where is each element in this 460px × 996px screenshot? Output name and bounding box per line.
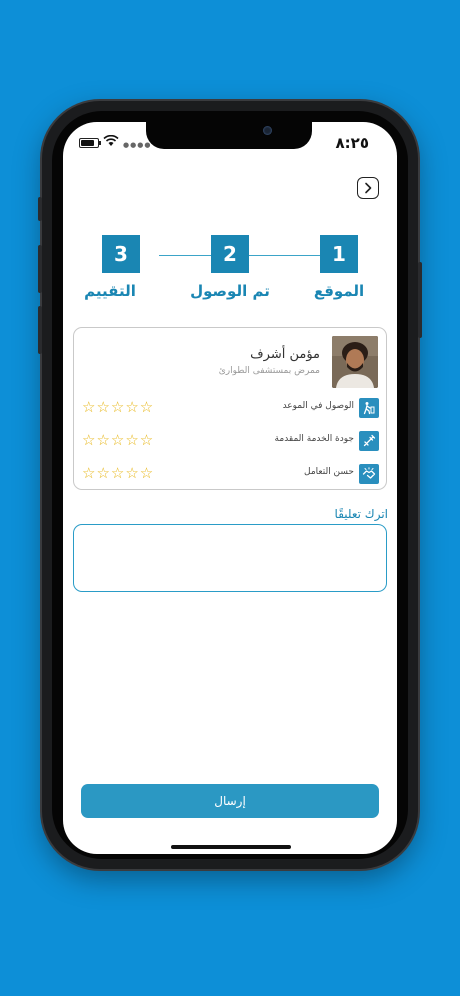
syringe-icon [359, 431, 379, 451]
notch [146, 122, 312, 149]
rating-row: حسن التعامل ☆☆☆☆☆ [74, 464, 386, 486]
step-connector [159, 255, 211, 256]
wifi-icon [103, 135, 119, 146]
app-screen: ●●●● ٨:٢٥ 1 2 3 الموقع تم الوصول التقييم… [63, 122, 397, 854]
provider-subtitle: ممرض بمستشفى الطوارئ [218, 366, 320, 376]
step-2-label: تم الوصول [190, 282, 270, 300]
star-rating[interactable]: ☆☆☆☆☆ [82, 398, 154, 416]
status-time: ٨:٢٥ [335, 134, 369, 152]
step-3-box: 3 [102, 235, 140, 273]
front-camera [263, 126, 272, 135]
comment-input[interactable] [73, 524, 387, 592]
step-connector [249, 255, 320, 256]
step-2-box: 2 [211, 235, 249, 273]
volume-down-button [38, 306, 42, 354]
power-button [418, 262, 422, 338]
star-rating[interactable]: ☆☆☆☆☆ [82, 464, 154, 482]
rating-label: حسن التعامل [304, 467, 354, 477]
rating-label: جودة الخدمة المقدمة [274, 434, 354, 444]
signal-icon: ●●●● [123, 141, 152, 149]
rating-card: مؤمن أشرف ممرض بمستشفى الطوارئ الوصول في… [73, 327, 387, 490]
volume-up-button [38, 245, 42, 293]
step-1-label: الموقع [313, 282, 365, 300]
home-indicator [171, 845, 291, 849]
star-rating[interactable]: ☆☆☆☆☆ [82, 431, 154, 449]
handshake-icon [359, 464, 379, 484]
step-1-box: 1 [320, 235, 358, 273]
rating-label: الوصول في الموعد [282, 401, 354, 411]
back-button[interactable] [357, 177, 379, 199]
rating-row: جودة الخدمة المقدمة ☆☆☆☆☆ [74, 431, 386, 453]
step-3-label: التقييم [84, 282, 136, 300]
comment-label: اترك تعليقًا [334, 507, 388, 521]
submit-button[interactable]: إرسال [81, 784, 379, 818]
battery-icon [79, 138, 101, 148]
rating-row: الوصول في الموعد ☆☆☆☆☆ [74, 398, 386, 420]
provider-name: مؤمن أشرف [250, 347, 320, 362]
chevron-right-icon [365, 182, 372, 194]
mute-switch [38, 197, 42, 221]
walking-person-icon [359, 398, 379, 418]
avatar [332, 336, 378, 388]
